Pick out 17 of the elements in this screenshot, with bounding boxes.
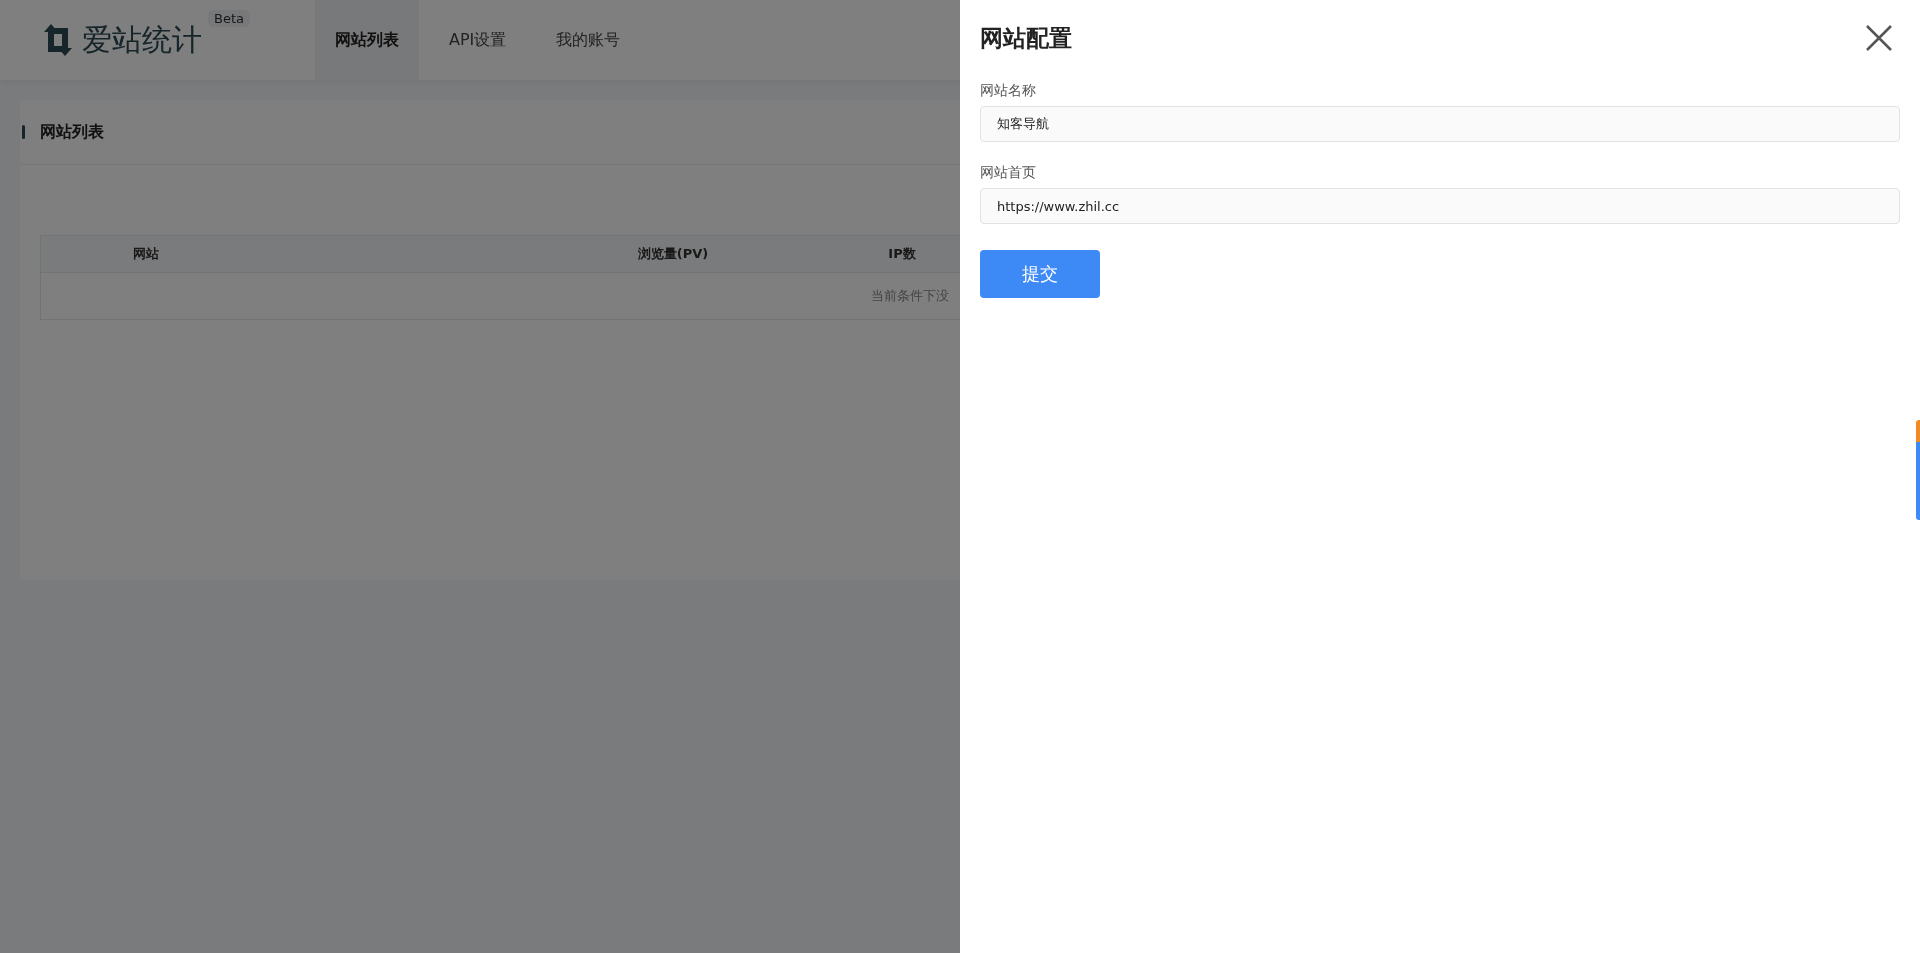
empty-message: 当前条件下没 <box>871 287 949 305</box>
nav-tab[interactable]: 网站列表 <box>315 0 419 80</box>
column-header: 网站 <box>132 245 160 263</box>
drawer-title: 网站配置 <box>980 23 1072 53</box>
nav-tab[interactable]: 我的账号 <box>536 0 641 80</box>
column-header: 浏览量(PV) <box>636 245 710 263</box>
input-field[interactable]: 知客导航 <box>980 106 1900 142</box>
card-title: 网站列表 <box>40 121 104 143</box>
beta-badge: Beta <box>208 9 250 27</box>
column-header: IP数 <box>887 245 917 263</box>
logo-text: 爱站统计 <box>82 20 202 59</box>
nav-tab[interactable]: API设置 <box>429 0 527 80</box>
close-icon[interactable] <box>1864 23 1894 53</box>
input-field[interactable]: https://www.zhil.cc <box>980 188 1900 224</box>
submit-button[interactable]: 提交 <box>980 250 1100 298</box>
field-label: 网站首页 <box>980 164 1037 182</box>
field-label: 网站名称 <box>980 82 1037 100</box>
